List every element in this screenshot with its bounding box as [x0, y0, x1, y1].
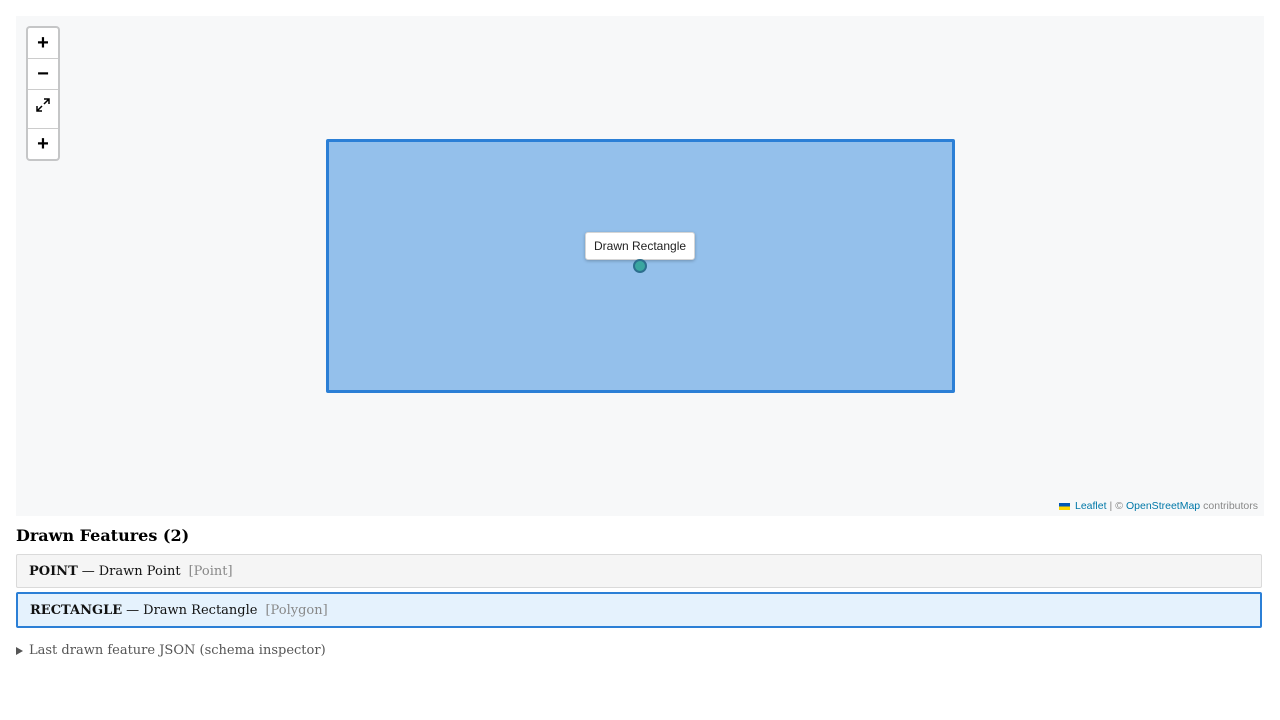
draw-button[interactable]: + — [28, 129, 58, 159]
json-inspector-summary: Last drawn feature JSON (schema inspecto… — [29, 643, 326, 658]
map-container[interactable]: + − + Drawn Rectangle Leaflet | © OpenSt… — [16, 16, 1264, 516]
feature-geometry: [Polygon] — [265, 602, 328, 618]
features-heading: Drawn Features (2) — [16, 526, 190, 545]
map-controls: + − + — [26, 26, 60, 161]
leaflet-link[interactable]: Leaflet — [1075, 500, 1107, 512]
copyright-symbol: © — [1115, 500, 1123, 512]
feature-sep: — — [81, 563, 95, 579]
feature-sep: — — [126, 602, 140, 618]
osm-link[interactable]: OpenStreetMap — [1126, 500, 1200, 512]
attribution-separator: | — [1109, 500, 1113, 512]
contributors-text: contributors — [1203, 500, 1258, 512]
point-marker[interactable] — [633, 259, 647, 273]
feature-row-point[interactable]: POINT — Drawn Point [Point] — [16, 554, 1262, 588]
map-attribution: Leaflet | © OpenStreetMap contributors — [1058, 500, 1258, 512]
zoom-out-button[interactable]: − — [28, 59, 58, 90]
rectangle-tooltip: Drawn Rectangle — [585, 232, 696, 260]
ukraine-flag-icon — [1058, 502, 1070, 510]
feature-name: Drawn Point — [98, 563, 181, 579]
feature-kind: RECTANGLE — [30, 602, 123, 618]
zoom-in-button[interactable]: + — [28, 28, 58, 59]
expand-icon — [28, 98, 58, 112]
disclosure-triangle-icon — [16, 646, 23, 655]
json-inspector-toggle[interactable]: Last drawn feature JSON (schema inspecto… — [16, 643, 326, 658]
feature-geometry: [Point] — [188, 563, 233, 579]
fullscreen-button[interactable] — [28, 98, 58, 129]
feature-kind: POINT — [29, 563, 78, 579]
feature-name: Drawn Rectangle — [143, 602, 258, 618]
feature-row-rectangle[interactable]: RECTANGLE — Drawn Rectangle [Polygon] — [16, 592, 1262, 628]
